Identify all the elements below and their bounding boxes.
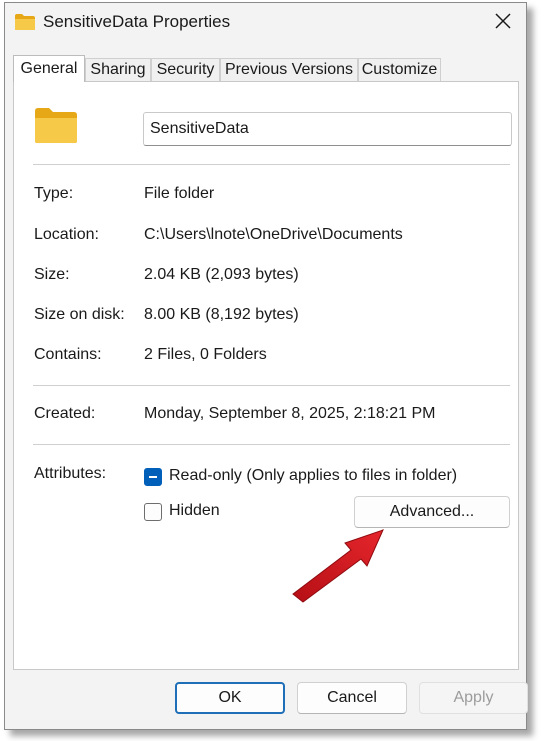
location-value: C:\Users\lnote\OneDrive\Documents — [144, 226, 403, 243]
readonly-checkbox[interactable] — [144, 468, 162, 486]
size-value: 2.04 KB (2,093 bytes) — [144, 266, 299, 283]
advanced-button[interactable]: Advanced... — [354, 496, 510, 528]
ok-button[interactable]: OK — [175, 682, 285, 714]
hidden-label[interactable]: Hidden — [169, 502, 220, 520]
created-label: Created: — [34, 405, 96, 422]
apply-button[interactable]: Apply — [419, 682, 528, 714]
separator — [33, 164, 510, 165]
tab-sharing[interactable]: Sharing — [85, 58, 151, 81]
type-label: Type: — [34, 185, 74, 202]
close-icon — [495, 13, 511, 29]
size-on-disk-value: 8.00 KB (8,192 bytes) — [144, 306, 299, 323]
created-value: Monday, September 8, 2025, 2:18:21 PM — [144, 405, 436, 422]
type-value: File folder — [144, 185, 215, 202]
location-label: Location: — [34, 226, 99, 243]
tab-security[interactable]: Security — [151, 58, 220, 81]
close-button[interactable] — [480, 3, 526, 41]
contains-label: Contains: — [34, 346, 102, 363]
tab-general[interactable]: General — [13, 55, 85, 82]
tab-previous-versions[interactable]: Previous Versions — [220, 58, 358, 81]
attributes-label: Attributes: — [34, 465, 107, 482]
size-on-disk-label: Size on disk: — [34, 306, 125, 323]
folder-icon — [15, 14, 35, 30]
hidden-checkbox[interactable] — [144, 503, 162, 521]
readonly-label[interactable]: Read-only (Only applies to files in fold… — [169, 467, 457, 485]
general-panel: Type: File folder Location: C:\Users\lno… — [13, 81, 519, 670]
title-bar: SensitiveData Properties — [5, 3, 526, 41]
size-label: Size: — [34, 266, 70, 283]
folder-name-input[interactable] — [143, 112, 512, 146]
contains-value: 2 Files, 0 Folders — [144, 346, 267, 363]
red-arrow-icon — [292, 529, 384, 603]
folder-icon — [35, 108, 77, 143]
properties-dialog: SensitiveData Properties General Sharing… — [4, 2, 528, 730]
cancel-button[interactable]: Cancel — [297, 682, 407, 714]
window-title: SensitiveData Properties — [43, 12, 231, 31]
tab-customize[interactable]: Customize — [358, 58, 441, 81]
separator — [33, 444, 510, 445]
separator — [33, 385, 510, 386]
